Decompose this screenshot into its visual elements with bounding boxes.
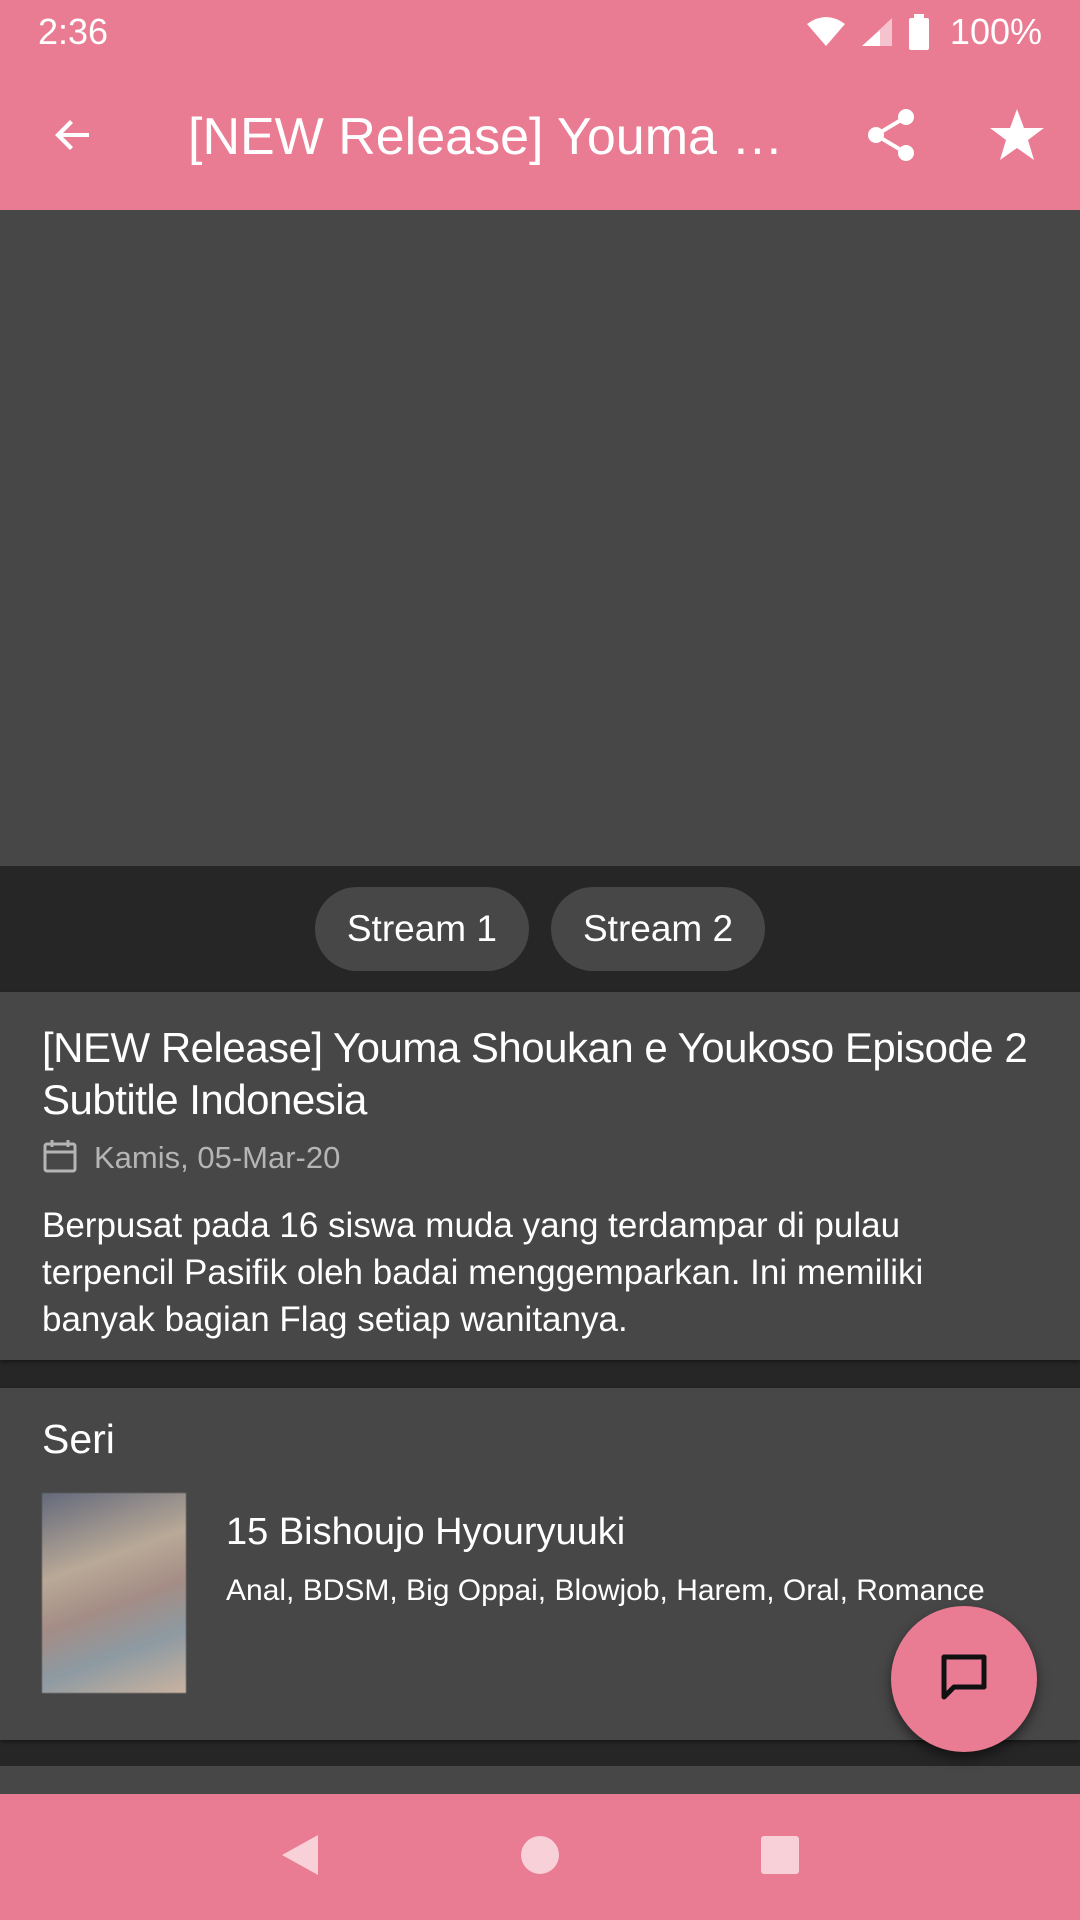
series-name: 15 Bishoujo Hyouryuuki bbox=[226, 1511, 626, 1553]
battery-icon bbox=[908, 14, 930, 50]
series-thumbnail bbox=[42, 1493, 186, 1693]
episode-description: Berpusat pada 16 siswa muda yang terdamp… bbox=[42, 1206, 924, 1339]
stream-1-button[interactable]: Stream 1 bbox=[314, 887, 529, 971]
series-heading: Seri bbox=[42, 1416, 115, 1462]
nav-recents-button[interactable] bbox=[730, 1807, 830, 1907]
video-player[interactable] bbox=[0, 210, 1080, 866]
series-tags: Anal, BDSM, Big Oppai, Blowjob, Harem, O… bbox=[226, 1574, 985, 1607]
comment-icon bbox=[936, 1649, 992, 1710]
stream-selector: Stream 1 Stream 2 bbox=[0, 866, 1080, 992]
signal-icon bbox=[860, 16, 894, 48]
wifi-icon bbox=[806, 16, 846, 48]
episode-title: [NEW Release] Youma Shoukan e Youkoso Ep… bbox=[42, 1024, 1028, 1123]
favorite-button[interactable] bbox=[954, 64, 1080, 210]
date-row: Kamis, 05-Mar-20 bbox=[42, 1136, 1038, 1180]
system-nav-bar bbox=[0, 1794, 1080, 1920]
back-triangle-icon bbox=[278, 1831, 322, 1884]
arrow-back-icon bbox=[49, 111, 97, 164]
nav-home-button[interactable] bbox=[490, 1807, 590, 1907]
share-button[interactable] bbox=[828, 64, 954, 210]
stream-2-button[interactable]: Stream 2 bbox=[551, 887, 766, 971]
comment-fab[interactable] bbox=[891, 1606, 1037, 1752]
status-icons: 100% bbox=[806, 11, 1042, 53]
app-bar: [NEW Release] Youma Shoukan e Youkoso Ep… bbox=[0, 64, 1080, 210]
star-icon bbox=[988, 107, 1046, 168]
calendar-icon bbox=[42, 1138, 94, 1179]
series-item[interactable]: 15 Bishoujo Hyouryuuki Anal, BDSM, Big O… bbox=[42, 1493, 1038, 1693]
recents-square-icon bbox=[760, 1835, 800, 1880]
screen: 2:36 100% [NEW Release] Youma Shoukan e … bbox=[0, 0, 1080, 1920]
status-bar: 2:36 100% bbox=[0, 0, 1080, 64]
nav-back-button[interactable] bbox=[250, 1807, 350, 1907]
home-circle-icon bbox=[520, 1835, 560, 1880]
status-time: 2:36 bbox=[38, 11, 109, 52]
share-icon bbox=[864, 107, 918, 168]
battery-percentage: 100% bbox=[949, 11, 1042, 52]
app-bar-actions bbox=[828, 64, 1080, 210]
episode-info-card: [NEW Release] Youma Shoukan e Youkoso Ep… bbox=[0, 992, 1080, 1360]
page-title: [NEW Release] Youma Shoukan e Youkoso Ep… bbox=[188, 108, 828, 166]
episode-date: Kamis, 05-Mar-20 bbox=[94, 1140, 341, 1175]
back-button[interactable] bbox=[0, 64, 146, 210]
series-text: 15 Bishoujo Hyouryuuki Anal, BDSM, Big O… bbox=[226, 1493, 1006, 1693]
